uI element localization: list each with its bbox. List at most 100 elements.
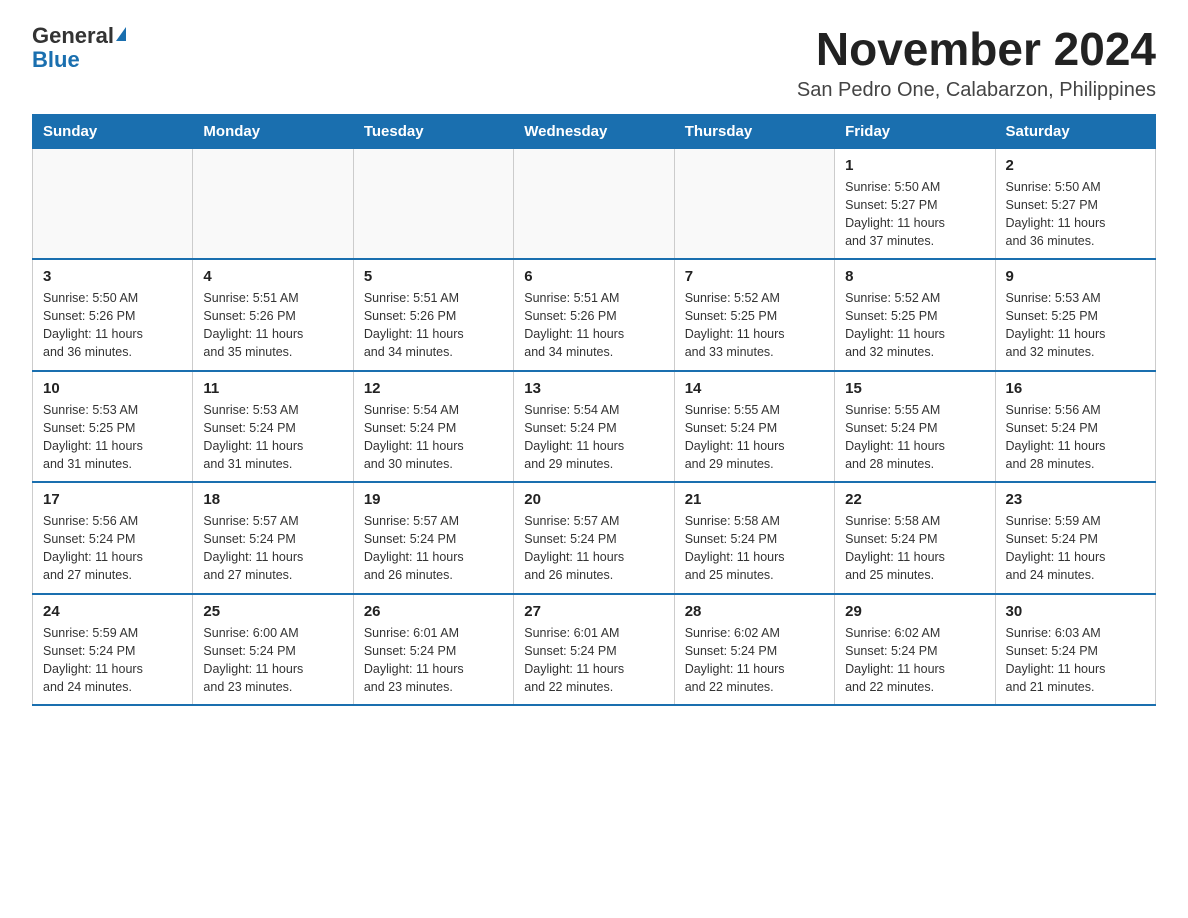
calendar-cell: 4 Sunrise: 5:51 AM Sunset: 5:26 PM Daylig… <box>193 259 353 371</box>
day-info: Sunrise: 5:53 AM Sunset: 5:25 PM Dayligh… <box>1006 289 1145 362</box>
day-info: Sunrise: 6:01 AM Sunset: 5:24 PM Dayligh… <box>524 624 663 697</box>
day-info: Sunrise: 5:55 AM Sunset: 5:24 PM Dayligh… <box>685 401 824 474</box>
calendar-cell: 13Sunrise: 5:54 AM Sunset: 5:24 PM Dayli… <box>514 371 674 483</box>
calendar-cell: 8 Sunrise: 5:52 AM Sunset: 5:25 PM Daylig… <box>835 259 995 371</box>
weekday-header-thursday: Thursday <box>674 114 834 148</box>
day-number: 2 <box>1006 157 1145 174</box>
weekday-header-saturday: Saturday <box>995 114 1155 148</box>
day-number: 4 <box>203 268 342 285</box>
day-number: 25 <box>203 603 342 620</box>
calendar-week-row: 1 Sunrise: 5:50 AM Sunset: 5:27 PM Daylig… <box>33 148 1156 259</box>
calendar-cell: 29 Sunrise: 6:02 AM Sunset: 5:24 PM Dayli… <box>835 594 995 706</box>
weekday-header-sunday: Sunday <box>33 114 193 148</box>
day-info: Sunrise: 5:51 AM Sunset: 5:26 PM Dayligh… <box>364 289 503 362</box>
day-number: 3 <box>43 268 182 285</box>
day-info: Sunrise: 5:56 AM Sunset: 5:24 PM Dayligh… <box>1006 401 1145 474</box>
logo-general-text: General <box>32 24 114 48</box>
day-info: Sunrise: 5:53 AM Sunset: 5:24 PM Dayligh… <box>203 401 342 474</box>
day-number: 16 <box>1006 380 1145 397</box>
calendar-cell: 1 Sunrise: 5:50 AM Sunset: 5:27 PM Daylig… <box>835 148 995 259</box>
day-info: Sunrise: 5:57 AM Sunset: 5:24 PM Dayligh… <box>203 512 342 585</box>
weekday-header-row: SundayMondayTuesdayWednesdayThursdayFrid… <box>33 114 1156 148</box>
calendar-cell: 10 Sunrise: 5:53 AM Sunset: 5:25 PM Dayli… <box>33 371 193 483</box>
calendar-cell: 24 Sunrise: 5:59 AM Sunset: 5:24 PM Dayli… <box>33 594 193 706</box>
weekday-header-tuesday: Tuesday <box>353 114 513 148</box>
day-number: 30 <box>1006 603 1145 620</box>
day-info: Sunrise: 6:02 AM Sunset: 5:24 PM Dayligh… <box>845 624 984 697</box>
calendar-cell: 3 Sunrise: 5:50 AM Sunset: 5:26 PM Daylig… <box>33 259 193 371</box>
calendar-cell: 23Sunrise: 5:59 AM Sunset: 5:24 PM Dayli… <box>995 482 1155 594</box>
day-number: 20 <box>524 491 663 508</box>
day-info: Sunrise: 5:54 AM Sunset: 5:24 PM Dayligh… <box>524 401 663 474</box>
calendar-cell: 27 Sunrise: 6:01 AM Sunset: 5:24 PM Dayli… <box>514 594 674 706</box>
day-info: Sunrise: 5:54 AM Sunset: 5:24 PM Dayligh… <box>364 401 503 474</box>
calendar-week-row: 3 Sunrise: 5:50 AM Sunset: 5:26 PM Daylig… <box>33 259 1156 371</box>
day-number: 6 <box>524 268 663 285</box>
calendar-cell: 6 Sunrise: 5:51 AM Sunset: 5:26 PM Daylig… <box>514 259 674 371</box>
day-info: Sunrise: 6:02 AM Sunset: 5:24 PM Dayligh… <box>685 624 824 697</box>
calendar-cell: 11Sunrise: 5:53 AM Sunset: 5:24 PM Dayli… <box>193 371 353 483</box>
day-number: 17 <box>43 491 182 508</box>
calendar-cell: 16 Sunrise: 5:56 AM Sunset: 5:24 PM Dayli… <box>995 371 1155 483</box>
day-number: 27 <box>524 603 663 620</box>
day-number: 29 <box>845 603 984 620</box>
day-info: Sunrise: 5:58 AM Sunset: 5:24 PM Dayligh… <box>685 512 824 585</box>
day-number: 8 <box>845 268 984 285</box>
calendar-cell: 9Sunrise: 5:53 AM Sunset: 5:25 PM Daylig… <box>995 259 1155 371</box>
page-header: General Blue November 2024 San Pedro One… <box>32 24 1156 102</box>
calendar-cell: 2Sunrise: 5:50 AM Sunset: 5:27 PM Daylig… <box>995 148 1155 259</box>
calendar-week-row: 24 Sunrise: 5:59 AM Sunset: 5:24 PM Dayli… <box>33 594 1156 706</box>
day-info: Sunrise: 5:52 AM Sunset: 5:25 PM Dayligh… <box>845 289 984 362</box>
day-info: Sunrise: 5:56 AM Sunset: 5:24 PM Dayligh… <box>43 512 182 585</box>
calendar-cell: 14 Sunrise: 5:55 AM Sunset: 5:24 PM Dayli… <box>674 371 834 483</box>
day-number: 18 <box>203 491 342 508</box>
calendar-cell <box>353 148 513 259</box>
day-number: 22 <box>845 491 984 508</box>
day-number: 14 <box>685 380 824 397</box>
calendar-cell <box>514 148 674 259</box>
day-info: Sunrise: 5:59 AM Sunset: 5:24 PM Dayligh… <box>1006 512 1145 585</box>
calendar-cell: 22 Sunrise: 5:58 AM Sunset: 5:24 PM Dayli… <box>835 482 995 594</box>
day-number: 24 <box>43 603 182 620</box>
calendar-cell: 15 Sunrise: 5:55 AM Sunset: 5:24 PM Dayli… <box>835 371 995 483</box>
day-info: Sunrise: 5:50 AM Sunset: 5:27 PM Dayligh… <box>845 178 984 251</box>
calendar-cell: 19 Sunrise: 5:57 AM Sunset: 5:24 PM Dayli… <box>353 482 513 594</box>
day-number: 7 <box>685 268 824 285</box>
calendar-cell <box>33 148 193 259</box>
calendar-cell: 21Sunrise: 5:58 AM Sunset: 5:24 PM Dayli… <box>674 482 834 594</box>
day-info: Sunrise: 5:50 AM Sunset: 5:26 PM Dayligh… <box>43 289 182 362</box>
title-block: November 2024 San Pedro One, Calabarzon,… <box>797 24 1156 102</box>
day-number: 19 <box>364 491 503 508</box>
calendar-cell <box>674 148 834 259</box>
day-info: Sunrise: 5:51 AM Sunset: 5:26 PM Dayligh… <box>524 289 663 362</box>
location-title: San Pedro One, Calabarzon, Philippines <box>797 79 1156 102</box>
logo-arrow-icon <box>116 27 126 41</box>
weekday-header-friday: Friday <box>835 114 995 148</box>
calendar-cell: 26 Sunrise: 6:01 AM Sunset: 5:24 PM Dayli… <box>353 594 513 706</box>
calendar-cell: 18 Sunrise: 5:57 AM Sunset: 5:24 PM Dayli… <box>193 482 353 594</box>
logo: General Blue <box>32 24 126 72</box>
day-number: 1 <box>845 157 984 174</box>
day-info: Sunrise: 5:59 AM Sunset: 5:24 PM Dayligh… <box>43 624 182 697</box>
calendar-cell: 12Sunrise: 5:54 AM Sunset: 5:24 PM Dayli… <box>353 371 513 483</box>
calendar-cell: 28Sunrise: 6:02 AM Sunset: 5:24 PM Dayli… <box>674 594 834 706</box>
calendar-cell: 17 Sunrise: 5:56 AM Sunset: 5:24 PM Dayli… <box>33 482 193 594</box>
calendar-cell: 20 Sunrise: 5:57 AM Sunset: 5:24 PM Dayli… <box>514 482 674 594</box>
day-info: Sunrise: 5:52 AM Sunset: 5:25 PM Dayligh… <box>685 289 824 362</box>
weekday-header-wednesday: Wednesday <box>514 114 674 148</box>
weekday-header-monday: Monday <box>193 114 353 148</box>
calendar-cell: 7 Sunrise: 5:52 AM Sunset: 5:25 PM Daylig… <box>674 259 834 371</box>
day-number: 10 <box>43 380 182 397</box>
day-info: Sunrise: 5:51 AM Sunset: 5:26 PM Dayligh… <box>203 289 342 362</box>
day-info: Sunrise: 5:57 AM Sunset: 5:24 PM Dayligh… <box>364 512 503 585</box>
calendar-cell <box>193 148 353 259</box>
day-info: Sunrise: 5:57 AM Sunset: 5:24 PM Dayligh… <box>524 512 663 585</box>
logo-blue-text: Blue <box>32 48 80 72</box>
calendar-week-row: 10 Sunrise: 5:53 AM Sunset: 5:25 PM Dayli… <box>33 371 1156 483</box>
day-number: 26 <box>364 603 503 620</box>
day-info: Sunrise: 5:53 AM Sunset: 5:25 PM Dayligh… <box>43 401 182 474</box>
day-info: Sunrise: 5:55 AM Sunset: 5:24 PM Dayligh… <box>845 401 984 474</box>
day-info: Sunrise: 6:01 AM Sunset: 5:24 PM Dayligh… <box>364 624 503 697</box>
day-number: 15 <box>845 380 984 397</box>
day-info: Sunrise: 5:58 AM Sunset: 5:24 PM Dayligh… <box>845 512 984 585</box>
